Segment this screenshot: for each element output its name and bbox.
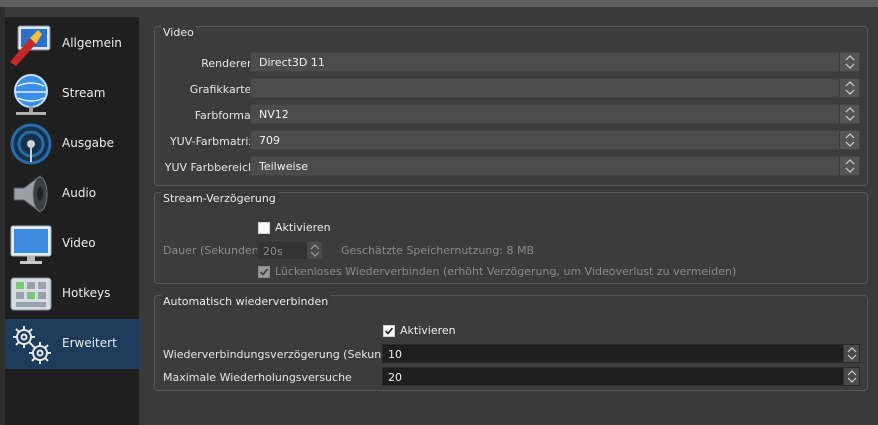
keyboard-icon — [10, 277, 52, 311]
bereich-select[interactable]: Teilweise — [250, 156, 860, 176]
reconnect-enable-checkbox[interactable]: Aktivieren — [383, 324, 456, 337]
max-retries-value: 20 — [388, 371, 402, 384]
reconnect-delay-label: Wiederverbindungsverzögerung (Sekunden) — [163, 348, 407, 361]
chevron-updown-icon — [839, 131, 859, 149]
reconnect-delay-spinbox[interactable]: 10 — [382, 344, 860, 363]
sidebar-item-audio[interactable]: Audio — [5, 169, 139, 219]
checkmark-icon — [384, 326, 394, 335]
stream-delay-group: Stream-Verzögerung Aktivieren Dauer (Sek… — [154, 192, 868, 284]
video-group: Video Renderer: Direct3D 11 Grafikkarte:… — [154, 26, 868, 186]
seamless-reconnect-label: Lückenloses Wiederverbinden (erhöht Verz… — [275, 265, 737, 278]
matrix-select[interactable]: 709 — [250, 130, 860, 150]
reconnect-enable-label: Aktivieren — [400, 324, 456, 337]
renderer-select[interactable]: Direct3D 11 — [250, 52, 860, 72]
memory-usage-text: Geschätzte Speichernutzung: 8 MB — [341, 244, 535, 257]
sidebar-item-video[interactable]: Video — [5, 219, 139, 269]
chevron-updown-icon — [839, 105, 859, 123]
duration-label: Dauer (Sekunden) — [163, 244, 263, 257]
sidebar-item-label: Hotkeys — [62, 286, 111, 300]
checkbox-box[interactable] — [383, 324, 395, 337]
checkbox-box[interactable] — [258, 265, 270, 278]
chevron-updown-icon — [843, 368, 859, 385]
chevron-updown-icon — [306, 242, 322, 259]
sidebar-item-label: Allgemein — [62, 36, 122, 50]
sidebar-item-label: Ausgabe — [62, 136, 115, 150]
window-top-border — [0, 0, 878, 7]
chevron-updown-icon — [839, 157, 859, 175]
gears-icon — [13, 326, 51, 364]
monitor-icon — [10, 225, 52, 264]
output-broadcast-icon — [10, 123, 52, 165]
speaker-icon — [13, 175, 48, 213]
matrix-label: YUV-Farbmatrix — [169, 135, 255, 148]
max-retries-label: Maximale Wiederholungsversuche — [163, 371, 352, 384]
seamless-reconnect-checkbox[interactable]: Lückenloses Wiederverbinden (erhöht Verz… — [258, 265, 736, 278]
settings-content: Video Renderer: Direct3D 11 Grafikkarte:… — [139, 17, 878, 425]
chevron-updown-icon — [843, 345, 859, 362]
sidebar-item-label: Stream — [62, 86, 106, 100]
sidebar-item-label: Video — [62, 236, 96, 250]
sidebar-item-erweitert[interactable]: Erweitert — [5, 319, 139, 369]
checkmark-icon — [259, 267, 269, 276]
delay-enable-label: Aktivieren — [275, 221, 331, 234]
stream-globe-icon — [14, 74, 48, 115]
duration-value: 20s — [263, 245, 283, 258]
sidebar-item-allgemein[interactable]: Allgemein — [5, 19, 139, 69]
sidebar-item-hotkeys[interactable]: Hotkeys — [5, 269, 139, 319]
grafikkarte-select[interactable] — [250, 78, 860, 98]
grafikkarte-label: Grafikkarte: — [189, 83, 255, 96]
stream-delay-title: Stream-Verzögerung — [161, 192, 278, 206]
chevron-updown-icon — [839, 79, 859, 97]
sidebar-item-ausgabe[interactable]: Ausgabe — [5, 119, 139, 169]
auto-reconnect-title: Automatisch wiederverbinden — [161, 295, 331, 309]
chevron-updown-icon — [839, 53, 859, 71]
reconnect-delay-value: 10 — [388, 348, 402, 361]
bereich-value: Teilweise — [259, 160, 309, 173]
sidebar-item-label: Erweitert — [62, 336, 117, 350]
delay-enable-checkbox[interactable]: Aktivieren — [258, 221, 331, 234]
max-retries-spinbox[interactable]: 20 — [382, 367, 860, 386]
farbformat-select[interactable]: NV12 — [250, 104, 860, 124]
matrix-value: 709 — [259, 134, 280, 147]
auto-reconnect-group: Automatisch wiederverbinden Aktivieren W… — [154, 295, 868, 391]
video-group-title: Video — [161, 26, 196, 40]
sidebar-item-stream[interactable]: Stream — [5, 69, 139, 119]
settings-general-icon — [10, 25, 51, 66]
checkbox-box[interactable] — [258, 221, 270, 234]
sidebar-item-label: Audio — [62, 186, 97, 200]
duration-spinbox[interactable]: 20s — [257, 241, 323, 260]
renderer-value: Direct3D 11 — [259, 56, 325, 69]
farbformat-label: Farbformat — [194, 109, 255, 122]
farbformat-value: NV12 — [259, 108, 289, 121]
bereich-label: YUV Farbbereich — [164, 161, 255, 174]
settings-sidebar: Allgemein Stream Ausgabe Audio Video Hot… — [5, 17, 139, 425]
renderer-label: Renderer: — [201, 57, 255, 70]
